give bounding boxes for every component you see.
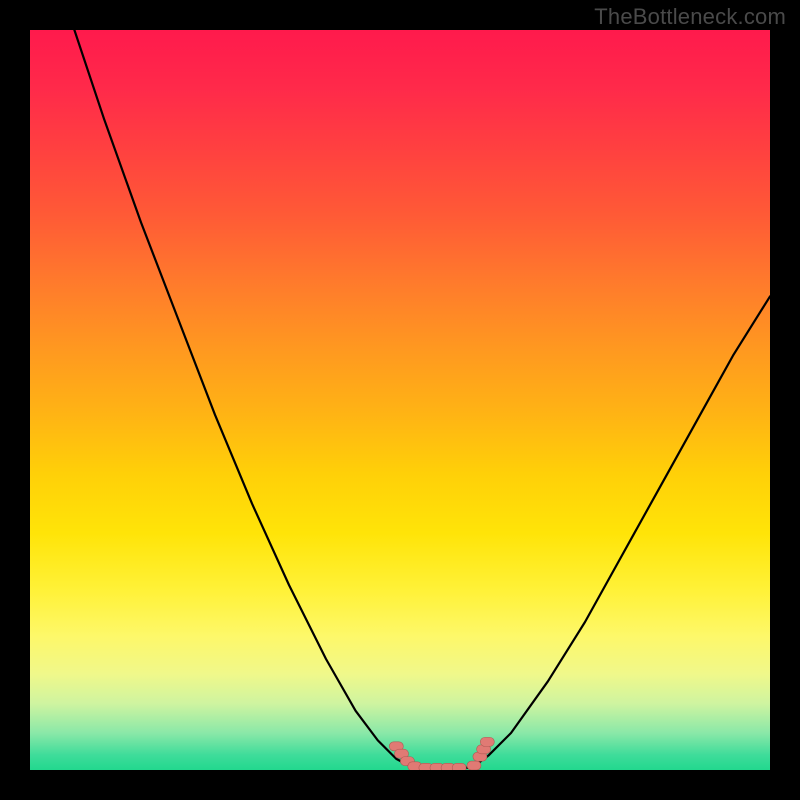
attribution-text: TheBottleneck.com — [594, 4, 786, 30]
chart-frame: TheBottleneck.com — [0, 0, 800, 800]
bottleneck-marker — [467, 761, 481, 770]
bottleneck-marker — [452, 763, 466, 770]
curve-group — [74, 30, 770, 768]
bottleneck-marker — [480, 737, 494, 746]
bottleneck-curve — [74, 30, 770, 768]
plot-area — [30, 30, 770, 770]
marker-group — [389, 737, 494, 770]
chart-svg — [30, 30, 770, 770]
